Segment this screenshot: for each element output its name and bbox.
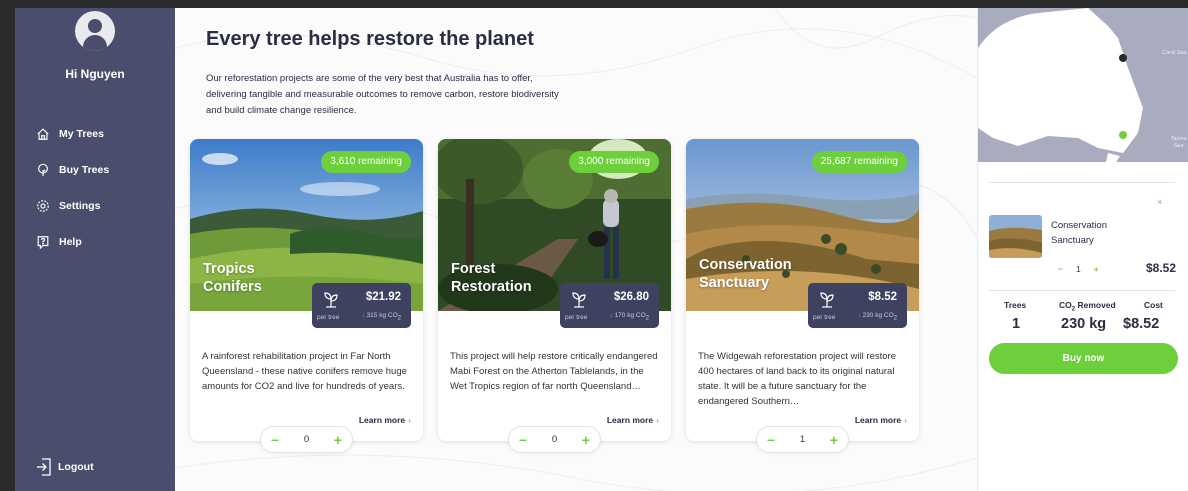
divider — [989, 290, 1175, 291]
project-description: The Widgewah reforestation project will … — [698, 351, 897, 407]
cart-increment-button[interactable]: + — [1094, 264, 1099, 274]
learn-more-link[interactable]: Learn more › — [855, 415, 907, 425]
australia-map — [978, 8, 1143, 162]
price-box: per tree $26.80 ↓ 170 kg CO2 — [560, 283, 659, 328]
username-label: Hi Nguyen — [65, 67, 125, 81]
learn-more-link[interactable]: Learn more › — [607, 415, 659, 425]
logout-label: Logout — [58, 461, 94, 473]
price-value: $8.52 — [868, 291, 897, 303]
co2-value: ↓ 315 kg CO2 — [361, 312, 402, 322]
price-box: per tree $21.92 ↓ 315 kg CO2 — [312, 283, 411, 328]
cart-panel: Coral Sea Tasma Sea × Conservation Sanct… — [977, 8, 1188, 491]
project-description: A rainforest rehabilitation project in F… — [202, 351, 407, 392]
down-arrow-icon: ↓ — [857, 312, 861, 319]
project-name: Forest Restoration — [451, 261, 532, 295]
chevron-right-icon: › — [656, 415, 659, 425]
logout-button[interactable]: Logout — [36, 458, 94, 476]
sidebar-item-label: Help — [59, 236, 82, 248]
down-arrow-icon: ↓ — [361, 312, 365, 319]
home-icon — [37, 128, 49, 140]
per-tree-label: per tree — [317, 314, 340, 321]
buy-now-button[interactable]: Buy now — [989, 343, 1178, 374]
price-value: $21.92 — [365, 291, 401, 303]
avatar[interactable] — [75, 11, 115, 51]
project-name: Tropics Conifers — [203, 261, 262, 295]
sidebar-item-help[interactable]: Help — [36, 224, 109, 260]
sidebar-item-my-trees[interactable]: My Trees — [36, 116, 109, 152]
project-card-conservation-sanctuary[interactable]: 25,687 remaining Conservation Sanctuary … — [686, 139, 919, 453]
down-arrow-icon: ↓ — [609, 312, 613, 319]
remaining-badge: 25,687 remaining — [811, 151, 907, 173]
tree-icon — [38, 163, 48, 177]
remaining-badge: 3,610 remaining — [321, 151, 411, 173]
trees-value: 1 — [1012, 316, 1021, 332]
sprout-icon — [324, 292, 338, 308]
chevron-right-icon: › — [904, 415, 907, 425]
tasman-sea-label: Tasma Sea — [1170, 136, 1187, 149]
co2-removed-value: 230 kg — [1061, 316, 1107, 332]
sprout-icon — [572, 292, 586, 308]
cart-item-name: Conservation Sanctuary — [1051, 220, 1107, 246]
increment-button[interactable]: + — [830, 432, 838, 448]
sprout-icon — [820, 292, 834, 308]
sidebar-item-label: Buy Trees — [59, 164, 110, 176]
co2-value: ↓ 230 kg CO2 — [857, 312, 898, 322]
map-marker-victoria[interactable] — [1119, 131, 1127, 139]
cost-label: Cost — [1144, 300, 1163, 310]
learn-more-link[interactable]: Learn more › — [359, 415, 411, 425]
project-card-tropics-conifers[interactable]: 3,610 remaining Tropics Conifers per tre… — [190, 139, 423, 453]
project-description: This project will help restore criticall… — [450, 351, 658, 392]
coral-sea-label: Coral Sea — [1162, 50, 1187, 56]
quantity-value: 1 — [799, 434, 806, 445]
price-box: per tree $8.52 ↓ 230 kg CO2 — [808, 283, 907, 328]
cart-item-thumbnail — [989, 215, 1042, 258]
cart-quantity-stepper: − 1 + — [1058, 264, 1099, 274]
cart-decrement-button[interactable]: − — [1058, 264, 1063, 274]
project-card-forest-restoration[interactable]: 3,000 remaining Forest Restoration per t… — [438, 139, 671, 453]
quantity-value: 0 — [303, 434, 310, 445]
project-map[interactable]: Coral Sea Tasma Sea — [978, 8, 1188, 162]
quantity-stepper: − 0 + — [508, 426, 601, 453]
divider — [989, 182, 1175, 183]
sidebar: Hi Nguyen My Trees Buy Trees Settings He… — [15, 8, 175, 491]
decrement-button[interactable]: − — [519, 432, 527, 448]
decrement-button[interactable]: − — [271, 432, 279, 448]
sidebar-item-settings[interactable]: Settings — [36, 188, 109, 224]
quantity-stepper: − 0 + — [260, 426, 353, 453]
per-tree-label: per tree — [565, 314, 588, 321]
remaining-badge: 3,000 remaining — [569, 151, 659, 173]
logout-icon — [37, 458, 51, 476]
quantity-value: 0 — [551, 434, 558, 445]
price-value: $26.80 — [613, 291, 649, 303]
cart-quantity-value: 1 — [1075, 264, 1081, 274]
page-title: Every tree helps restore the planet — [206, 28, 534, 50]
sidebar-item-label: My Trees — [59, 128, 104, 140]
map-marker-queensland[interactable] — [1119, 54, 1127, 62]
co2-value: ↓ 170 kg CO2 — [609, 312, 650, 322]
sidebar-item-buy-trees[interactable]: Buy Trees — [36, 152, 109, 188]
quantity-stepper: − 1 + — [756, 426, 849, 453]
chevron-right-icon: › — [408, 415, 411, 425]
close-icon[interactable]: × — [1157, 197, 1162, 207]
co2-removed-label: CO2 Removed — [1059, 300, 1116, 313]
app-window: Hi Nguyen My Trees Buy Trees Settings He… — [15, 8, 1188, 491]
sidebar-nav: My Trees Buy Trees Settings Help — [36, 116, 109, 260]
page-description: Our reforestation projects are some of t… — [206, 73, 559, 116]
cost-value: $8.52 — [1123, 316, 1160, 332]
main-content: Every tree helps restore the planet Our … — [175, 8, 977, 491]
per-tree-label: per tree — [813, 314, 836, 321]
gear-icon — [37, 200, 49, 212]
project-name: Conservation Sanctuary — [699, 257, 792, 291]
trees-label: Trees — [1004, 300, 1027, 310]
increment-button[interactable]: + — [582, 432, 590, 448]
cart-item-price: $8.52 — [1145, 261, 1176, 275]
decrement-button[interactable]: − — [767, 432, 775, 448]
help-icon — [37, 236, 49, 249]
sidebar-item-label: Settings — [59, 200, 101, 212]
increment-button[interactable]: + — [334, 432, 342, 448]
